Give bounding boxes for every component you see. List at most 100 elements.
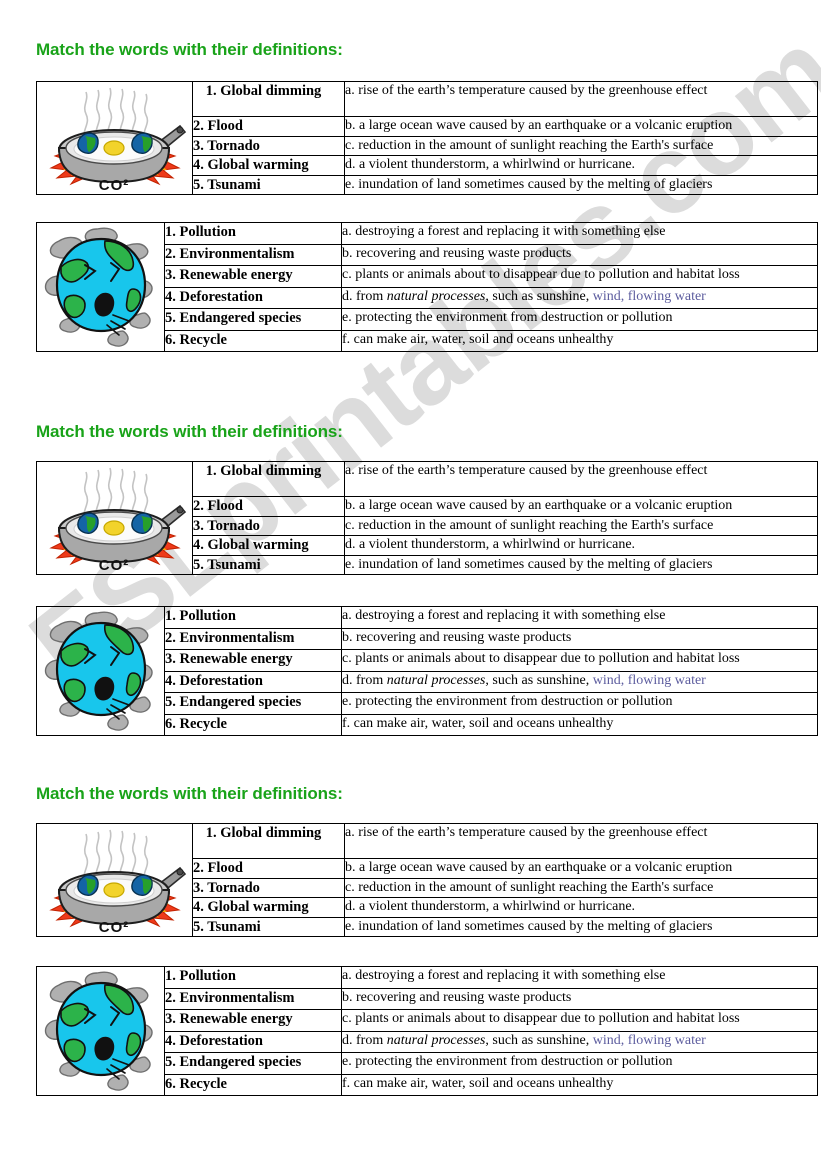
definition-cell: a. destroying a forest and replacing it …: [341, 222, 818, 245]
section-heading-3: Match the words with their definitions:: [36, 784, 343, 803]
frying-pan-svg: CO²: [48, 87, 186, 194]
term-cell: 4. Deforestation: [164, 670, 342, 693]
svg-text:CO²: CO²: [98, 177, 129, 194]
definition-cell: f. can make air, water, soil and oceans …: [341, 329, 818, 352]
coughing-earth-pollution-illustration: [36, 606, 165, 736]
coughing-earth-pollution-illustration: [36, 966, 165, 1096]
definition-cell: b. a large ocean wave caused by an earth…: [344, 858, 818, 879]
term-cell: 2. Environmentalism: [164, 627, 342, 650]
definition-cell: b. recovering and reusing waste products: [341, 987, 818, 1010]
table-row: CO² 1. Global dimming a. rise of the ear…: [36, 81, 818, 195]
definition-cell: c. plants or animals about to disappear …: [341, 649, 818, 672]
definition-cell: f. can make air, water, soil and oceans …: [341, 713, 818, 736]
definition-cell: a. destroying a forest and replacing it …: [341, 966, 818, 989]
match-table-a-2: CO² 1. Global dimming a. rise of the ear…: [36, 461, 818, 575]
def-d-italic: natural processes: [386, 672, 486, 688]
match-table-b-1: 1. Pollution a. destroying a forest and …: [36, 222, 818, 352]
table-row: 1. Pollution a. destroying a forest and …: [36, 222, 818, 352]
definition-cell: e. inundation of land sometimes caused b…: [344, 174, 818, 195]
coughing-earth-svg: [44, 971, 153, 1091]
def-d-prefix: d. from: [342, 672, 387, 688]
term-cell: 4. Deforestation: [164, 286, 342, 309]
table-row: CO² 1. Global dimming a. rise of the ear…: [36, 823, 818, 937]
term-cell: 3. Tornado: [192, 877, 345, 898]
match-table-a-3: CO² 1. Global dimming a. rise of the ear…: [36, 823, 818, 937]
frying-pan-earth-co2-illustration: CO²: [36, 81, 193, 195]
definition-cell: e. inundation of land sometimes caused b…: [344, 554, 818, 575]
term-cell: 5. Tsunami: [192, 554, 345, 575]
term-cell: 5. Endangered species: [164, 692, 342, 715]
term-cell: 1. Global dimming: [192, 461, 345, 497]
definition-cell: b. recovering and reusing waste products: [341, 627, 818, 650]
term-cell: 4. Global warming: [192, 897, 345, 918]
coughing-earth-svg: [44, 611, 153, 731]
frying-pan-earth-co2-illustration: CO²: [36, 461, 193, 575]
definition-cell: e. protecting the environment from destr…: [341, 692, 818, 715]
term-cell: 2. Environmentalism: [164, 243, 342, 266]
def-d-link: wind, flowing water: [592, 1032, 706, 1048]
term-cell: 1. Pollution: [164, 606, 342, 629]
definition-cell: e. inundation of land sometimes caused b…: [344, 916, 818, 937]
term-cell: 5. Tsunami: [192, 916, 345, 937]
def-d-prefix: d. from: [342, 1032, 387, 1048]
coughing-earth-pollution-illustration: [36, 222, 165, 352]
svg-text:CO²: CO²: [98, 919, 129, 936]
term-cell: 4. Deforestation: [164, 1030, 342, 1053]
def-d-middle: , such as sunshine,: [485, 1032, 593, 1048]
term-cell: 3. Renewable energy: [164, 1009, 342, 1032]
definition-cell: a. rise of the earth’s temperature cause…: [344, 823, 818, 859]
term-cell: 1. Pollution: [164, 966, 342, 989]
table-row: CO² 1. Global dimming a. rise of the ear…: [36, 461, 818, 575]
term-cell: 6. Recycle: [164, 1073, 342, 1096]
def-d-middle: , such as sunshine,: [485, 288, 593, 304]
term-cell: 2. Flood: [192, 858, 345, 879]
definition-cell: a. destroying a forest and replacing it …: [341, 606, 818, 629]
section-heading-2: Match the words with their definitions:: [36, 422, 343, 441]
definition-cell: e. protecting the environment from destr…: [341, 1052, 818, 1075]
term-cell: 4. Global warming: [192, 535, 345, 556]
definition-cell: b. recovering and reusing waste products: [341, 243, 818, 266]
term-cell: 5. Tsunami: [192, 174, 345, 195]
definition-cell: d. a violent thunderstorm, a whirlwind o…: [344, 897, 818, 918]
def-d-prefix: d. from: [342, 288, 387, 304]
coughing-earth-svg: [44, 227, 153, 347]
def-d-middle: , such as sunshine,: [485, 672, 593, 688]
worksheet-page: Match the words with their definitions:: [0, 0, 821, 1169]
table-row: 1. Pollution a. destroying a forest and …: [36, 606, 818, 736]
definition-cell: a. rise of the earth’s temperature cause…: [344, 81, 818, 117]
definition-cell: b. a large ocean wave caused by an earth…: [344, 496, 818, 517]
table-row: 1. Pollution a. destroying a forest and …: [36, 966, 818, 1096]
term-cell: 6. Recycle: [164, 329, 342, 352]
term-cell: 1. Pollution: [164, 222, 342, 245]
svg-text:CO²: CO²: [98, 557, 129, 574]
term-cell: 4. Global warming: [192, 155, 345, 176]
definition-cell: d. a violent thunderstorm, a whirlwind o…: [344, 535, 818, 556]
definition-cell: f. can make air, water, soil and oceans …: [341, 1073, 818, 1096]
match-table-b-2: 1. Pollution a. destroying a forest and …: [36, 606, 818, 736]
term-cell: 5. Endangered species: [164, 308, 342, 331]
definition-cell: c. plants or animals about to disappear …: [341, 1009, 818, 1032]
def-d-link: wind, flowing water: [592, 288, 706, 304]
def-d-link: wind, flowing water: [592, 672, 706, 688]
definition-cell: c. plants or animals about to disappear …: [341, 265, 818, 288]
match-table-b-3: 1. Pollution a. destroying a forest and …: [36, 966, 818, 1096]
definition-cell: c. reduction in the amount of sunlight r…: [344, 515, 818, 536]
term-cell: 6. Recycle: [164, 713, 342, 736]
frying-pan-svg: CO²: [48, 829, 186, 936]
definition-cell: a. rise of the earth’s temperature cause…: [344, 461, 818, 497]
definition-cell: d. from natural processes, such as sunsh…: [341, 1030, 818, 1053]
definition-cell: d. from natural processes, such as sunsh…: [341, 670, 818, 693]
definition-cell: b. a large ocean wave caused by an earth…: [344, 116, 818, 137]
term-cell: 2. Flood: [192, 496, 345, 517]
definition-cell: e. protecting the environment from destr…: [341, 308, 818, 331]
definition-cell: c. reduction in the amount of sunlight r…: [344, 877, 818, 898]
definition-cell: d. from natural processes, such as sunsh…: [341, 286, 818, 309]
section-heading-1: Match the words with their definitions:: [36, 40, 343, 59]
def-d-italic: natural processes: [386, 288, 486, 304]
term-cell: 1. Global dimming: [192, 823, 345, 859]
def-d-italic: natural processes: [386, 1032, 486, 1048]
frying-pan-svg: CO²: [48, 467, 186, 574]
term-cell: 2. Flood: [192, 116, 345, 137]
term-cell: 3. Renewable energy: [164, 649, 342, 672]
match-table-a-1: CO² 1. Global dimming a. rise of the ear…: [36, 81, 818, 195]
